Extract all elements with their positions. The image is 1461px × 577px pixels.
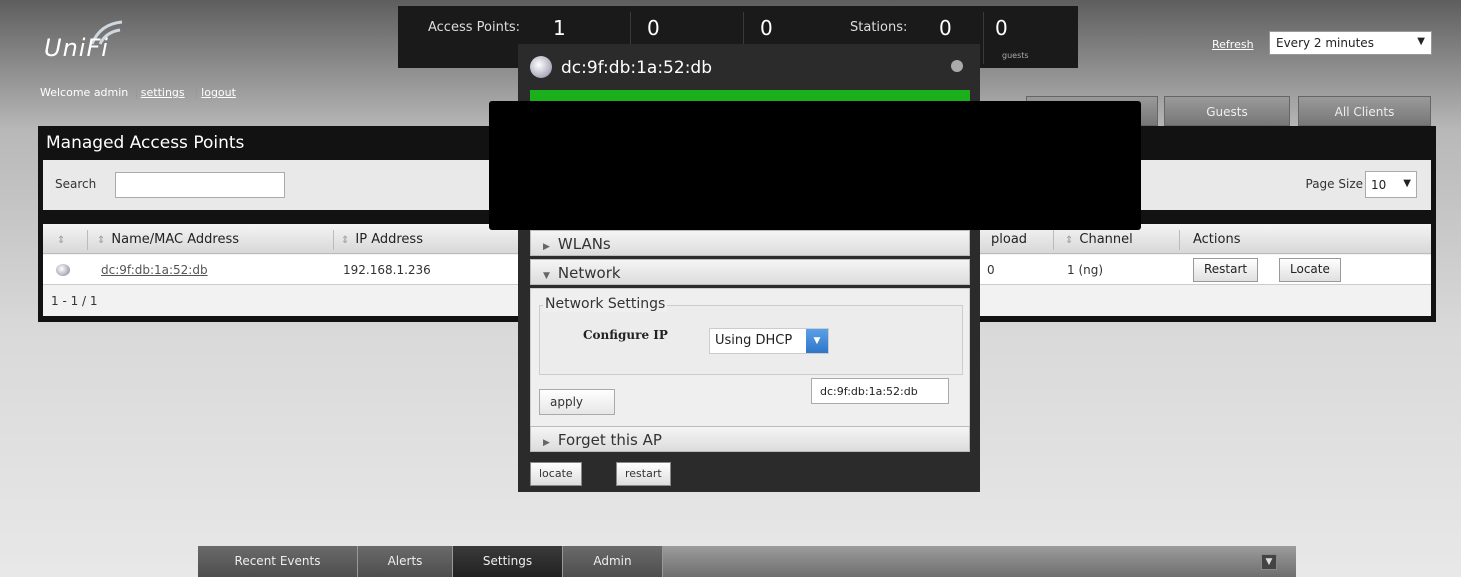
sort-icon: ⇕: [1065, 235, 1074, 246]
logout-link[interactable]: logout: [196, 86, 240, 99]
chevron-down-icon[interactable]: ▼: [1261, 554, 1277, 570]
bottom-tab-bar: Recent Events Alerts Settings Admin ▼: [198, 546, 1296, 577]
settings-link[interactable]: settings: [135, 86, 189, 99]
column-header-ip[interactable]: ⇕ IP Address: [341, 232, 423, 247]
page-title: Managed Access Points: [46, 133, 245, 153]
accordion-network[interactable]: ▼ Network: [530, 259, 970, 285]
stations-guests-count: 0: [995, 16, 1008, 40]
search-label: Search: [55, 177, 97, 191]
welcome-bar: Welcome admin settings logout: [40, 86, 240, 99]
ap-connected-count: 1: [553, 16, 566, 40]
network-settings-legend: Network Settings: [543, 296, 668, 312]
stations-users-count: 0: [939, 16, 952, 40]
column-header-ip-label: IP Address: [355, 232, 423, 247]
tab-settings[interactable]: Settings: [453, 546, 563, 577]
chevron-down-icon: ▼: [1403, 178, 1411, 189]
ap-disconnected-count: 0: [647, 16, 660, 40]
logo-text: UniFi: [44, 34, 109, 62]
page-size-value: 10: [1371, 178, 1387, 192]
redacted-region: [489, 101, 1141, 230]
divider: [1053, 230, 1054, 250]
ap-upload: 0: [987, 263, 995, 277]
chevron-right-icon: ▶: [543, 242, 550, 252]
refresh-link[interactable]: Refresh: [1212, 38, 1254, 51]
apply-button[interactable]: apply: [539, 389, 615, 415]
locate-button[interactable]: Locate: [1279, 258, 1341, 282]
access-point-icon: [56, 264, 70, 276]
accordion-forget[interactable]: ▶ Forget this AP: [530, 426, 970, 452]
page-size-select[interactable]: 10 ▼: [1365, 171, 1417, 198]
mac-address-field: dc:9f:db:1a:52:db: [811, 378, 949, 404]
pagination-info: 1 - 1 / 1: [51, 294, 98, 308]
divider: [87, 230, 88, 250]
stations-label: Stations:: [850, 20, 908, 35]
refresh-interval-select[interactable]: Every 2 minutes ▼: [1269, 31, 1432, 55]
ap-channel: 1 (ng): [1067, 263, 1104, 277]
dialog-title: dc:9f:db:1a:52:db: [561, 58, 712, 78]
tab-admin[interactable]: Admin: [563, 546, 663, 577]
accordion-wlans[interactable]: ▶ WLANs: [530, 230, 970, 256]
access-points-label: Access Points:: [428, 20, 521, 35]
tab-all-clients[interactable]: All Clients: [1298, 96, 1431, 126]
column-header-name[interactable]: ⇕ Name/MAC Address: [97, 232, 239, 247]
column-header-upload[interactable]: pload: [991, 232, 1027, 247]
access-point-icon: [530, 56, 552, 78]
column-header-channel-label: Channel: [1079, 232, 1133, 247]
tab-alerts[interactable]: Alerts: [358, 546, 453, 577]
column-header-name-label: Name/MAC Address: [111, 232, 239, 247]
accordion-forget-label: Forget this AP: [557, 431, 662, 449]
chevron-right-icon: ▶: [543, 438, 550, 448]
page-size-label: Page Size: [1305, 177, 1364, 191]
divider: [333, 230, 334, 250]
ap-pending-count: 0: [760, 16, 773, 40]
close-icon[interactable]: [951, 60, 963, 72]
divider: [983, 12, 984, 64]
stations-guests-label: guests: [1002, 51, 1029, 60]
accordion-network-label: Network: [557, 264, 621, 282]
configure-ip-label: Configure IP: [583, 328, 668, 342]
configure-ip-value: Using DHCP: [715, 333, 793, 348]
restart-button[interactable]: Restart: [1193, 258, 1259, 282]
chevron-down-icon: ▼: [1417, 36, 1425, 47]
unifi-logo: UniFi: [40, 20, 150, 70]
chevron-down-icon: ▼: [806, 329, 828, 353]
tab-recent-events[interactable]: Recent Events: [198, 546, 358, 577]
sort-icon[interactable]: ⇕: [57, 232, 71, 247]
column-header-channel[interactable]: ⇕ Channel: [1065, 232, 1133, 247]
tab-guests[interactable]: Guests: [1164, 96, 1290, 126]
accordion-wlans-label: WLANs: [557, 235, 611, 253]
divider: [1179, 230, 1180, 250]
ap-name-link[interactable]: dc:9f:db:1a:52:db: [101, 263, 208, 277]
column-header-actions: Actions: [1193, 232, 1241, 247]
sort-icon: ⇕: [341, 235, 350, 246]
ap-ip-address: 192.168.1.236: [343, 263, 431, 277]
chevron-down-icon: ▼: [543, 271, 550, 281]
search-input[interactable]: [115, 172, 285, 198]
configure-ip-select[interactable]: Using DHCP ▼: [709, 328, 829, 354]
network-section: Network Settings Configure IP Using DHCP…: [530, 288, 970, 448]
refresh-interval-value: Every 2 minutes: [1276, 36, 1374, 50]
locate-button[interactable]: locate: [530, 462, 582, 486]
welcome-text: Welcome admin: [40, 86, 129, 99]
sort-icon: ⇕: [97, 235, 106, 246]
restart-button[interactable]: restart: [616, 462, 671, 486]
